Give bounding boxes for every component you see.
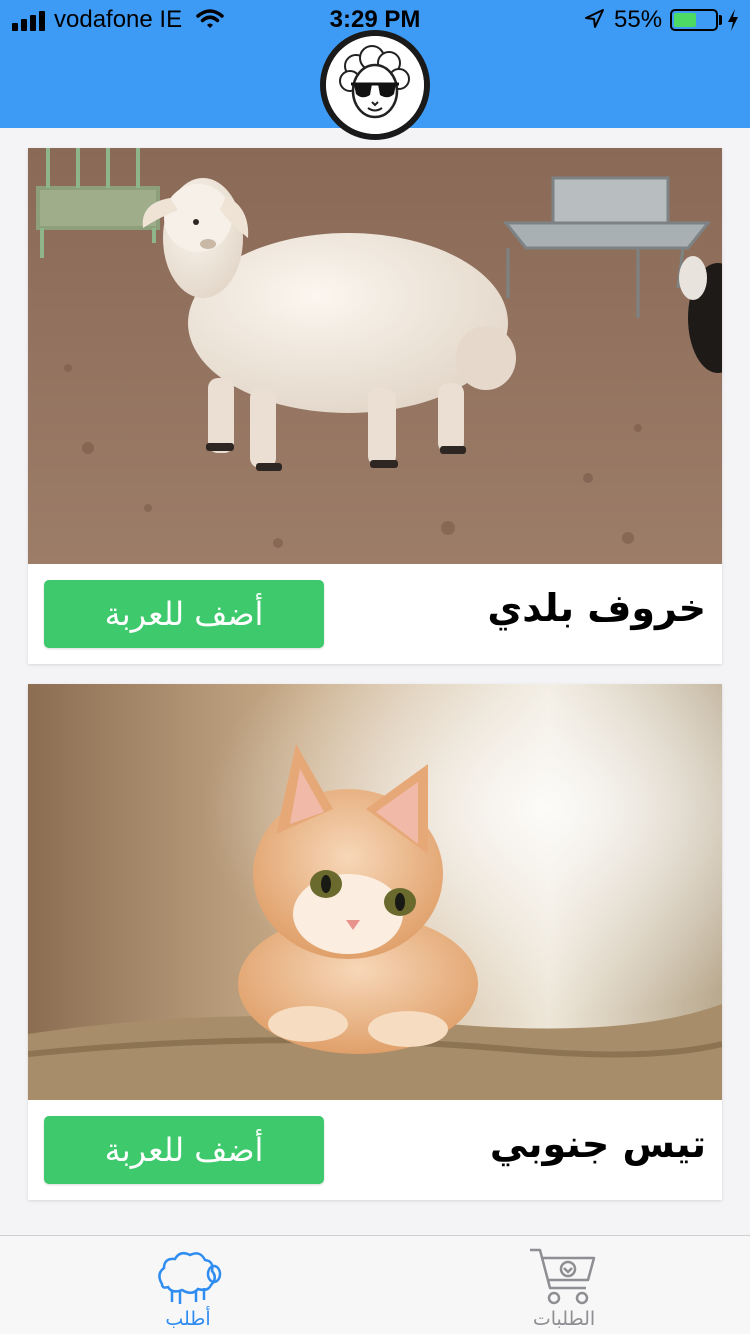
battery-icon	[670, 9, 718, 31]
tab-order[interactable]: أطلب	[88, 1236, 288, 1334]
tab-requests[interactable]: الطلبات	[464, 1236, 664, 1334]
kitten-photo	[28, 684, 722, 1100]
battery-percent: 55%	[614, 6, 663, 33]
product-title: تيس جنوبي	[489, 1122, 706, 1166]
white-sheep-photo	[28, 148, 722, 564]
battery-tip	[719, 15, 722, 25]
add-to-cart-button[interactable]: أضف للعربة	[44, 1116, 324, 1184]
battery-level	[674, 13, 696, 27]
sheep-with-sunglasses-logo	[320, 30, 430, 140]
charging-bolt-icon	[728, 9, 738, 31]
app-screen: vodafone IE 3:29 PM 55% خروف بلدي أضف لل…	[0, 0, 750, 1334]
tab-order-label: أطلب	[165, 1308, 211, 1330]
product-card: تيس جنوبي أضف للعربة	[28, 684, 722, 1200]
cart-icon	[530, 1248, 596, 1305]
add-to-cart-button[interactable]: أضف للعربة	[44, 580, 324, 648]
product-title: خروف بلدي	[487, 586, 706, 630]
product-card: خروف بلدي أضف للعربة	[28, 148, 722, 664]
tab-bar: أطلب الطلبات	[0, 1235, 750, 1334]
location-arrow-icon	[585, 9, 604, 28]
tab-requests-label: الطلبات	[532, 1308, 596, 1330]
sheep-icon	[158, 1251, 222, 1304]
